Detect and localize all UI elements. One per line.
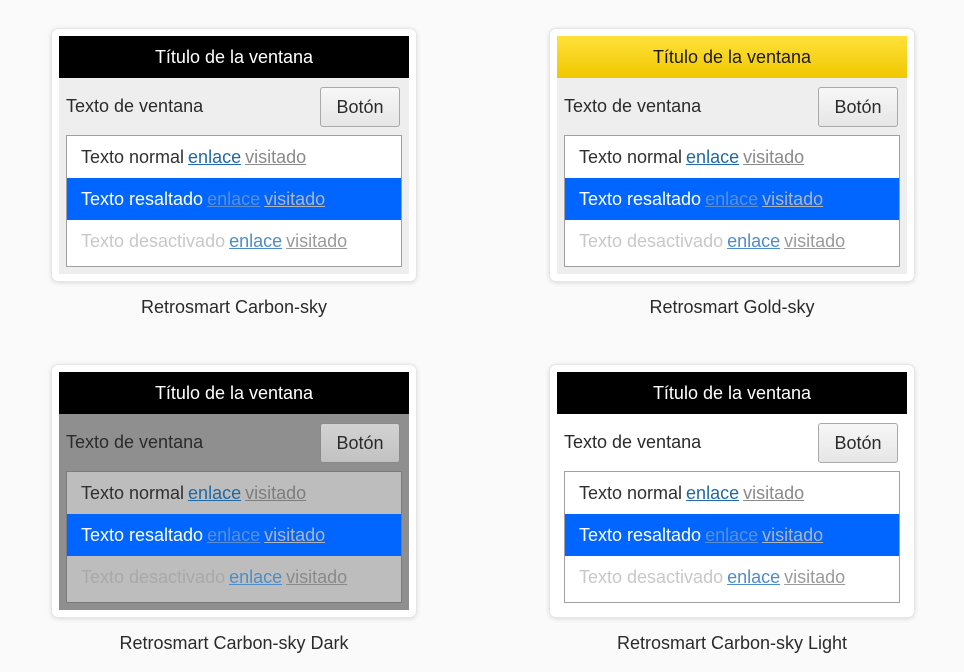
window-title: Título de la ventana — [59, 36, 409, 78]
visited-link[interactable]: visitado — [245, 147, 306, 167]
disabled-text: Texto desactivado — [81, 567, 226, 587]
normal-text: Texto normal — [579, 147, 683, 167]
window-text: Texto de ventana — [66, 96, 204, 116]
link[interactable]: enlace — [207, 189, 260, 209]
theme-preview-carbon-sky-dark[interactable]: Título de la ventana Texto de ventana Bo… — [52, 365, 416, 617]
highlighted-text: Texto resaltado — [579, 189, 702, 209]
link[interactable]: enlace — [705, 525, 758, 545]
link[interactable]: enlace — [705, 189, 758, 209]
visited-link[interactable]: visitado — [286, 567, 347, 587]
preview-window: Título de la ventana Texto de ventana Bo… — [557, 372, 907, 610]
highlighted-text: Texto resaltado — [579, 525, 702, 545]
normal-text: Texto normal — [579, 483, 683, 503]
link[interactable]: enlace — [207, 525, 260, 545]
visited-link[interactable]: visitado — [264, 525, 325, 545]
list-item-disabled: Texto desactivado enlace visitado — [565, 220, 899, 262]
window-text: Texto de ventana — [564, 96, 702, 116]
visited-link[interactable]: visitado — [245, 483, 306, 503]
preview-window: Título de la ventana Texto de ventana Bo… — [557, 36, 907, 274]
link[interactable]: enlace — [229, 231, 282, 251]
list-item-highlighted: Texto resaltado enlace visitado — [565, 178, 899, 220]
window-body: Texto de ventana Botón Texto normal enlac… — [557, 414, 907, 610]
theme-name: Retrosmart Carbon-sky Dark — [119, 633, 349, 653]
theme-name: Retrosmart Gold-sky — [649, 297, 815, 317]
link[interactable]: enlace — [727, 231, 780, 251]
window-text: Texto de ventana — [66, 432, 204, 452]
sample-button[interactable]: Botón — [818, 87, 898, 127]
list-item-highlighted: Texto resaltado enlace visitado — [565, 514, 899, 556]
list-item-normal: Texto normal enlace visitado — [67, 136, 401, 178]
window-text: Texto de ventana — [564, 432, 702, 452]
highlighted-text: Texto resaltado — [81, 189, 204, 209]
preview-window: Título de la ventana Texto de ventana Bo… — [59, 36, 409, 274]
window-title: Título de la ventana — [557, 36, 907, 78]
sample-button[interactable]: Botón — [818, 423, 898, 463]
sample-button[interactable]: Botón — [320, 423, 400, 463]
list-item-normal: Texto normal enlace visitado — [565, 472, 899, 514]
disabled-text: Texto desactivado — [81, 231, 226, 251]
sample-button[interactable]: Botón — [320, 87, 400, 127]
list-item-disabled: Texto desactivado enlace visitado — [565, 556, 899, 598]
link[interactable]: enlace — [188, 483, 241, 503]
visited-link[interactable]: visitado — [743, 147, 804, 167]
visited-link[interactable]: visitado — [784, 567, 845, 587]
window-title: Título de la ventana — [557, 372, 907, 414]
visited-link[interactable]: visitado — [743, 483, 804, 503]
list-item-disabled: Texto desactivado enlace visitado — [67, 220, 401, 262]
theme-preview-carbon-sky-light[interactable]: Título de la ventana Texto de ventana Bo… — [550, 365, 914, 617]
sample-list: Texto normal enlace visitado Texto resalta… — [564, 135, 900, 267]
window-body: Texto de ventana Botón Texto normal enlac… — [557, 78, 907, 274]
link[interactable]: enlace — [686, 147, 739, 167]
sample-list: Texto normal enlace visitado Texto resalta… — [564, 471, 900, 603]
theme-preview-carbon-sky[interactable]: Título de la ventana Texto de ventana Bo… — [52, 29, 416, 281]
normal-text: Texto normal — [81, 483, 185, 503]
list-item-highlighted: Texto resaltado enlace visitado — [67, 514, 401, 556]
visited-link[interactable]: visitado — [264, 189, 325, 209]
sample-list: Texto normal enlace visitado Texto resalta… — [66, 135, 402, 267]
list-item-disabled: Texto desactivado enlace visitado — [67, 556, 401, 598]
normal-text: Texto normal — [81, 147, 185, 167]
preview-window: Título de la ventana Texto de ventana Bo… — [59, 372, 409, 610]
theme-name: Retrosmart Carbon-sky — [140, 297, 328, 317]
disabled-text: Texto desactivado — [579, 231, 724, 251]
theme-name: Retrosmart Carbon-sky Light — [616, 633, 848, 653]
visited-link[interactable]: visitado — [762, 525, 823, 545]
list-item-normal: Texto normal enlace visitado — [67, 472, 401, 514]
window-body: Texto de ventana Botón Texto normal enlac… — [59, 78, 409, 274]
disabled-text: Texto desactivado — [579, 567, 724, 587]
window-body: Texto de ventana Botón Texto normal enlac… — [59, 414, 409, 610]
list-item-normal: Texto normal enlace visitado — [565, 136, 899, 178]
visited-link[interactable]: visitado — [784, 231, 845, 251]
link[interactable]: enlace — [686, 483, 739, 503]
link[interactable]: enlace — [229, 567, 282, 587]
visited-link[interactable]: visitado — [286, 231, 347, 251]
list-item-highlighted: Texto resaltado enlace visitado — [67, 178, 401, 220]
link[interactable]: enlace — [727, 567, 780, 587]
visited-link[interactable]: visitado — [762, 189, 823, 209]
window-title: Título de la ventana — [59, 372, 409, 414]
highlighted-text: Texto resaltado — [81, 525, 204, 545]
link[interactable]: enlace — [188, 147, 241, 167]
theme-preview-gold-sky[interactable]: Título de la ventana Texto de ventana Bo… — [550, 29, 914, 281]
sample-list: Texto normal enlace visitado Texto resalta… — [66, 471, 402, 603]
